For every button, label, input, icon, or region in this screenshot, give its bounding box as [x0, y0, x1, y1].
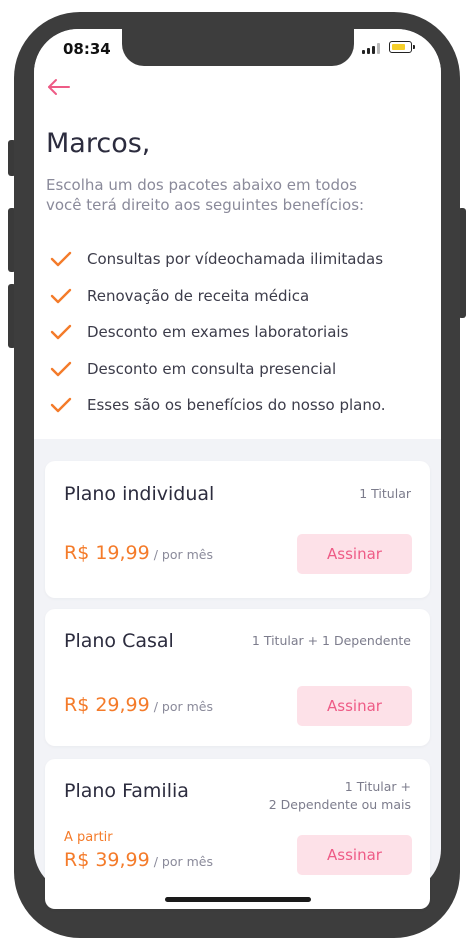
- benefits-list: Consultas por vídeochamada ilimitadas Re…: [50, 248, 386, 431]
- plan-holders: 1 Titular: [359, 486, 411, 501]
- subscribe-button[interactable]: Assinar: [297, 835, 412, 875]
- subscribe-button[interactable]: Assinar: [297, 534, 412, 574]
- plan-price-row: R$ 39,99/ por mês: [64, 849, 213, 871]
- page-subtitle: Escolha um dos pacotes abaixo em todos v…: [46, 176, 365, 214]
- home-indicator[interactable]: [165, 897, 311, 902]
- plan-price-row: R$ 29,99/ por mês: [64, 694, 213, 716]
- plan-price: R$ 29,99: [64, 694, 150, 716]
- page-title: Marcos,: [46, 128, 151, 159]
- benefit-item: Esses são os benefícios do nosso plano.: [50, 394, 386, 431]
- plan-card-casal: Plano Casal 1 Titular + 1 Dependente R$ …: [45, 609, 430, 746]
- plan-period: / por mês: [153, 547, 213, 562]
- plan-period: / por mês: [153, 854, 213, 869]
- plan-holders-line1: 1 Titular +: [344, 779, 411, 794]
- plan-price-prefix: A partir: [64, 830, 113, 845]
- plan-price-row: R$ 19,99/ por mês: [64, 542, 213, 564]
- benefit-label: Desconto em exames laboratoriais: [87, 323, 349, 341]
- plan-card-familia: Plano Familia 1 Titular + 2 Dependente o…: [45, 759, 430, 909]
- status-time: 08:34: [63, 40, 111, 58]
- plan-holders-line2: 2 Dependente ou mais: [268, 797, 411, 812]
- check-icon: [50, 251, 72, 267]
- arrow-left-icon: [48, 79, 70, 95]
- plan-card-individual: Plano individual 1 Titular R$ 19,99/ por…: [45, 461, 430, 598]
- benefit-item: Renovação de receita médica: [50, 285, 386, 322]
- check-icon: [50, 397, 72, 413]
- benefit-label: Esses são os benefícios do nosso plano.: [87, 396, 386, 414]
- plan-name: Plano Casal: [64, 630, 174, 652]
- back-button[interactable]: [46, 74, 72, 100]
- plan-price: R$ 39,99: [64, 849, 150, 871]
- plan-name: Plano Familia: [64, 780, 189, 802]
- check-icon: [50, 288, 72, 303]
- plan-name: Plano individual: [64, 483, 215, 505]
- plan-price: R$ 19,99: [64, 542, 150, 564]
- signal-icon: [362, 43, 382, 54]
- benefit-item: Desconto em exames laboratoriais: [50, 321, 386, 358]
- plan-holders: 1 Titular + 2 Dependente ou mais: [269, 778, 411, 814]
- plan-period: / por mês: [153, 699, 213, 714]
- check-icon: [50, 361, 72, 376]
- phone-notch: [122, 29, 354, 66]
- check-icon: [50, 324, 72, 340]
- benefit-label: Consultas por vídeochamada ilimitadas: [87, 250, 384, 268]
- benefit-item: Desconto em consulta presencial: [50, 358, 386, 395]
- battery-icon: [389, 41, 415, 53]
- benefit-item: Consultas por vídeochamada ilimitadas: [50, 248, 386, 285]
- benefit-label: Desconto em consulta presencial: [87, 359, 337, 378]
- plan-holders: 1 Titular + 1 Dependente: [251, 633, 411, 648]
- subscribe-button[interactable]: Assinar: [297, 686, 412, 726]
- benefit-label: Renovação de receita médica: [87, 286, 310, 305]
